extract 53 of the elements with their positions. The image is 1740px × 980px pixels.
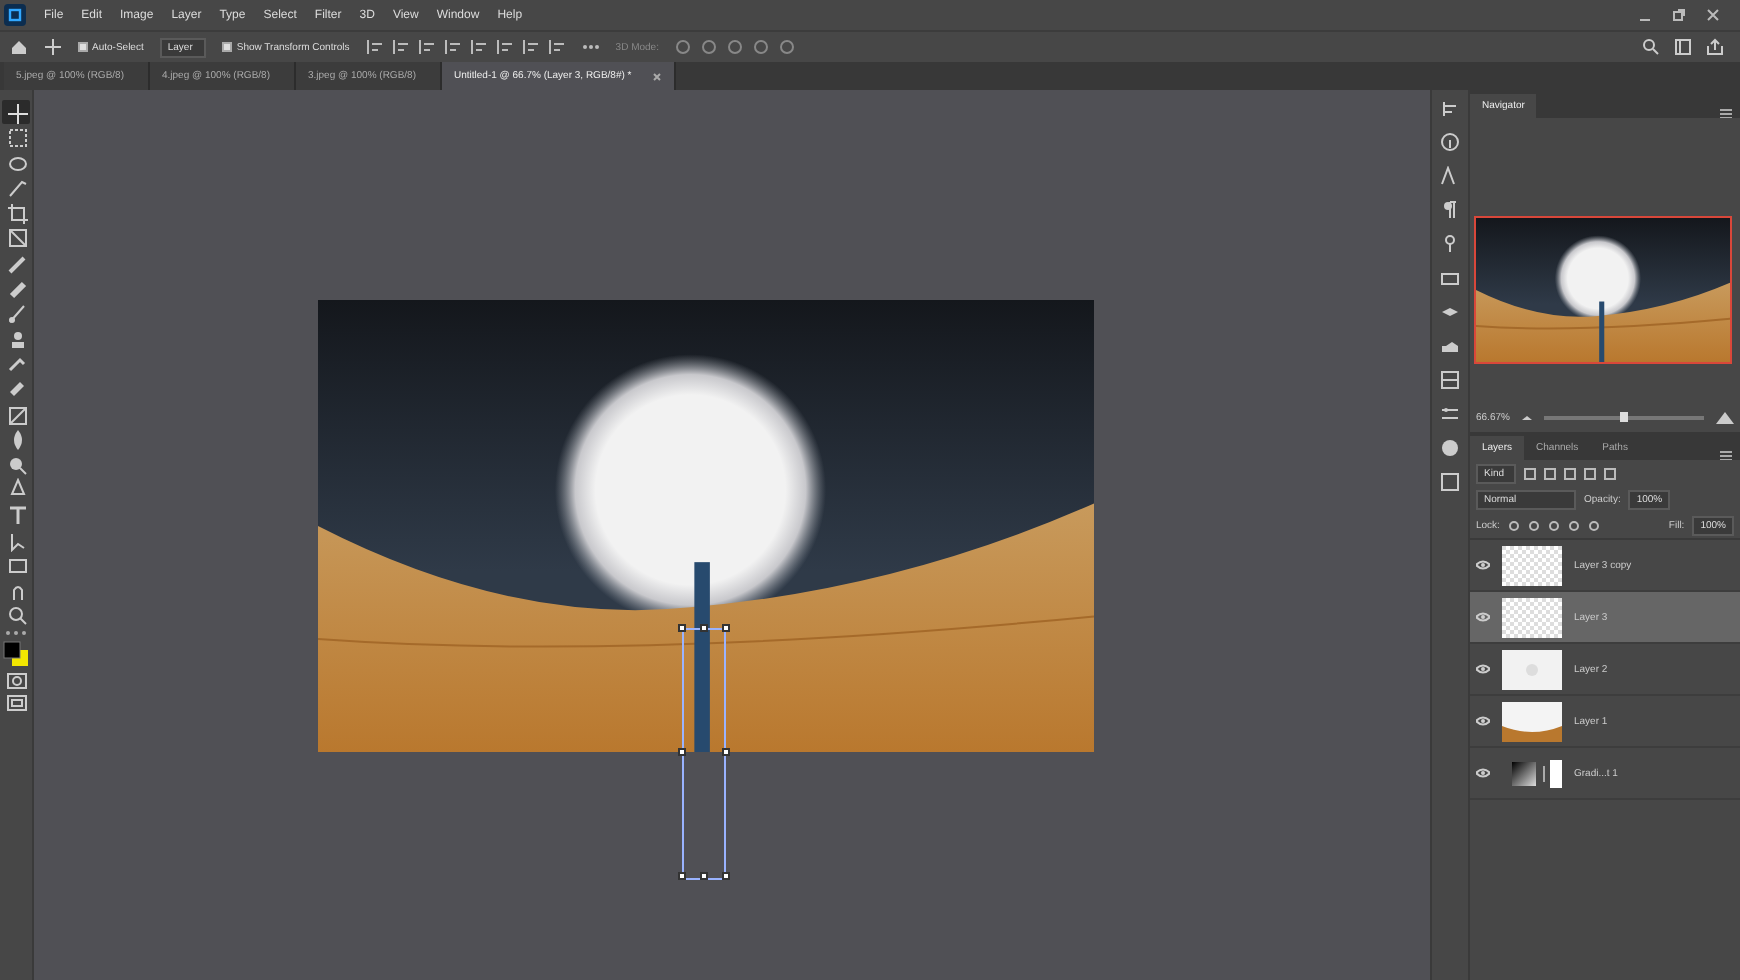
color-wheel-icon[interactable]	[1440, 438, 1460, 458]
marquee-tool-icon	[5, 126, 27, 149]
eyedropper-icon	[5, 252, 27, 275]
type-tool-icon	[5, 504, 27, 526]
align-icon[interactable]	[417, 38, 436, 56]
adjustments-icon[interactable]	[1440, 404, 1460, 424]
search-icon[interactable]	[1642, 38, 1660, 56]
transparent-thumbnail	[1502, 597, 1562, 637]
app-logo-icon[interactable]	[4, 4, 26, 26]
close-icon[interactable]	[651, 71, 662, 81]
tool-button[interactable]	[2, 200, 30, 225]
menu-icon[interactable]	[1720, 108, 1732, 118]
align-icon[interactable]	[365, 38, 384, 56]
moon-thumbnail	[1502, 649, 1562, 689]
align-icon[interactable]	[521, 38, 540, 56]
eye-icon[interactable]	[1476, 716, 1490, 726]
zoom-tool-icon	[5, 604, 27, 627]
pencil-icon	[5, 302, 27, 325]
screen-mode-icon[interactable]	[5, 692, 27, 715]
more-tools-icon[interactable]	[4, 628, 28, 639]
eye-icon[interactable]	[1476, 612, 1490, 622]
workspace-icon[interactable]	[1674, 38, 1692, 56]
move-tool-icon	[5, 101, 27, 123]
properties-icon[interactable]	[1440, 472, 1460, 492]
pen-tool-icon	[5, 478, 27, 501]
move-tool-icon[interactable]	[44, 38, 62, 56]
wand-tool-icon	[5, 176, 27, 199]
align-icon[interactable]	[469, 38, 488, 56]
color-swatches-icon[interactable]	[2, 640, 30, 669]
close-icon[interactable]	[1706, 8, 1720, 22]
align-icon[interactable]	[391, 38, 410, 56]
restore-icon[interactable]	[1672, 8, 1686, 22]
transparent-thumbnail	[1502, 545, 1562, 585]
menu-icon[interactable]	[1720, 450, 1732, 460]
eye-icon[interactable]	[1476, 664, 1490, 674]
eraser-icon	[5, 378, 27, 401]
eye-icon[interactable]	[1476, 768, 1490, 778]
tool-button[interactable]	[2, 100, 30, 124]
align-icon[interactable]	[547, 38, 566, 56]
share-icon[interactable]	[1706, 38, 1724, 56]
lasso-tool-icon	[5, 151, 27, 174]
align-icon[interactable]	[443, 38, 462, 56]
desert-thumbnail	[1502, 701, 1562, 741]
eye-icon[interactable]	[1476, 560, 1490, 570]
crop-tool-icon	[5, 201, 27, 224]
zoom-out-icon[interactable]	[1521, 414, 1532, 422]
quick-mask-icon[interactable]	[5, 669, 27, 692]
rectangle-tool-icon	[5, 554, 27, 577]
info-icon[interactable]	[1440, 132, 1460, 152]
home-icon[interactable]	[10, 38, 28, 56]
transform-box[interactable]	[682, 628, 726, 880]
align-icon[interactable]	[495, 38, 514, 56]
zoom-in-icon[interactable]	[1716, 412, 1734, 424]
